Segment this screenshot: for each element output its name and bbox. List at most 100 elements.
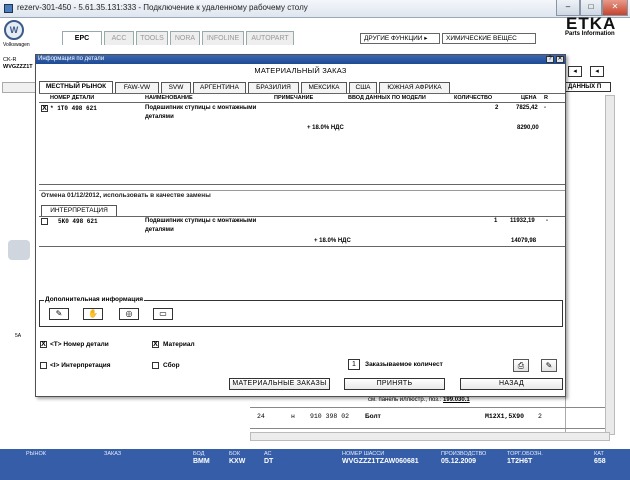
row-mark: н xyxy=(291,413,295,420)
tab-mexico[interactable]: МЕКСИКА xyxy=(301,82,347,93)
row-name: Болт xyxy=(365,413,381,420)
tab-argentina[interactable]: АРГЕНТИНА xyxy=(193,82,246,93)
row-spec: M12X1,5X90 xyxy=(485,413,525,420)
nav-prev-button[interactable]: ◂ xyxy=(568,66,582,77)
interp-vat-label: + 18.0% НДС xyxy=(314,238,351,244)
interp-vat-price: 14079,98 xyxy=(511,238,537,244)
tab-acc[interactable]: ACC xyxy=(104,31,134,45)
car-thumbnail-icon xyxy=(8,240,30,260)
status-market-label: РЫНОК xyxy=(26,451,46,457)
additional-info-box xyxy=(39,300,563,327)
tab-svw[interactable]: SVW xyxy=(161,82,191,93)
status-as-value: DT xyxy=(264,458,274,465)
print-icon[interactable]: ⎙ xyxy=(513,359,529,372)
interp-name-cont: деталями xyxy=(145,227,174,233)
status-cat-value: 658 xyxy=(594,458,606,465)
interp-price: 11932,19 xyxy=(510,218,535,224)
row-pos: 24 xyxy=(257,413,265,420)
col-r[interactable]: R xyxy=(544,94,548,103)
chemicals-select[interactable]: ХИМИЧЕСКИЕ ВЕЩЕС xyxy=(442,33,536,44)
note-icon[interactable]: ▭ xyxy=(153,308,173,320)
hand-icon[interactable]: ✋ xyxy=(83,308,103,320)
order-grid-header: НОМЕР ДЕТАЛИ НАИМЕНОВАНИЕ ПРИМЕЧАНИЕ ВВО… xyxy=(39,94,565,103)
tab-infoline[interactable]: INFOLINE xyxy=(202,31,244,45)
row-qty: 2 xyxy=(538,413,542,420)
left-search-box[interactable] xyxy=(2,82,36,93)
collect-checkbox[interactable] xyxy=(152,362,159,369)
rdp-window-title: rezerv-301-450 - 5.61.35.131:333 - Подкл… xyxy=(17,3,308,12)
bottom-scrollbar[interactable] xyxy=(250,432,610,441)
etka-logo-sub: Parts Information xyxy=(565,31,615,37)
table-row[interactable]: X * 1T0 498 621 Подвшипник ступицы с мон… xyxy=(39,104,565,135)
part-no-checkbox[interactable]: X xyxy=(40,341,47,348)
row-checkbox[interactable]: X xyxy=(41,105,48,112)
table-row[interactable]: 5K0 498 621 Подвшипник ступицы с монтажн… xyxy=(39,217,565,247)
tab-tools[interactable]: TOOLS xyxy=(136,31,168,45)
rdp-app-icon xyxy=(4,4,13,13)
nav-back-button[interactable]: ◂ xyxy=(590,66,604,77)
order-qty-input[interactable]: 1 xyxy=(348,359,360,370)
status-bod-value: BMM xyxy=(193,458,210,465)
interp-r: - xyxy=(546,218,548,224)
row-name: Подвшипник ступицы с монтажными xyxy=(145,105,257,111)
col-part-no[interactable]: НОМЕР ДЕТАЛИ xyxy=(50,94,94,103)
material-orders-button[interactable]: МАТЕРИАЛЬНЫЕ ЗАКАЗЫ xyxy=(229,378,330,390)
status-order-label: ЗАКАЗ xyxy=(104,451,122,457)
right-data-button[interactable]: ДАННЫХ П xyxy=(565,82,611,92)
tab-epc[interactable]: EPC xyxy=(62,31,102,45)
status-prod-label: ПРОИЗВОДСТВО xyxy=(441,451,487,457)
disc-icon[interactable]: ◎ xyxy=(119,308,139,320)
order-qty-label: Заказываемое количест xyxy=(365,361,443,368)
additional-info-label: Дополнительная информация xyxy=(44,296,145,303)
status-cat-label: КАТ xyxy=(594,451,604,457)
col-model-input[interactable]: ВВОД ДАННЫХ ПО МОДЕЛИ xyxy=(348,94,426,103)
tab-local-market[interactable]: МЕСТНЫЙ РЫНОК xyxy=(39,81,113,93)
col-price[interactable]: ЦЕНА xyxy=(521,94,537,103)
col-note[interactable]: ПРИМЕЧАНИЕ xyxy=(274,94,313,103)
dialog-title: Информация по детали xyxy=(38,56,105,62)
col-qty[interactable]: КОЛИЧЕСТВО xyxy=(454,94,492,103)
vw-logo-icon: W xyxy=(4,20,24,40)
part-no-option-label: <T> Номер детали xyxy=(50,341,109,348)
material-checkbox[interactable]: X xyxy=(152,341,159,348)
interpretation-option-label: <I> Интерпретация xyxy=(50,362,111,369)
left-illustration xyxy=(10,300,36,390)
tab-interpretation[interactable]: ИНТЕРПРЕТАЦИЯ xyxy=(41,205,117,216)
help-button[interactable]: ? xyxy=(546,56,554,63)
pencil-icon[interactable]: ✎ xyxy=(49,308,69,320)
row-vat-price: 8290,00 xyxy=(517,125,539,131)
tab-nora[interactable]: NORA xyxy=(170,31,200,45)
dialog-close-button[interactable]: ✕ xyxy=(556,56,564,63)
interp-part-no: 5K0 498 621 xyxy=(58,218,98,225)
row-vat-label: + 18.0% НДС xyxy=(307,125,344,131)
illustration-note-text: см. панель иллюстр., поз.: xyxy=(368,397,442,403)
tab-autopart[interactable]: AUTOPART xyxy=(246,31,294,45)
interp-row-checkbox[interactable] xyxy=(41,218,48,225)
interp-name: Подвшипник ступицы с монтажными xyxy=(145,218,257,224)
tab-usa[interactable]: США xyxy=(349,82,377,93)
row-r: - xyxy=(544,105,546,111)
status-bok-value: KXW xyxy=(229,458,246,465)
rdp-title-bar: rezerv-301-450 - 5.61.35.131:333 - Подкл… xyxy=(0,0,630,18)
tab-faw-vw[interactable]: FAW-VW xyxy=(115,82,159,93)
status-vin-label: НОМЕР ШАССИ xyxy=(342,451,385,457)
other-functions-menu[interactable]: ДРУГИЕ ФУНКЦИИ ▸ xyxy=(360,33,440,44)
back-button[interactable]: НАЗАД xyxy=(460,378,563,390)
status-trade-value: 1T2H6T xyxy=(507,458,533,465)
right-panel: ◂ ◂ ДАННЫХ П xyxy=(565,63,611,433)
row-name-cont: деталями xyxy=(145,114,174,120)
dialog-title-bar: Информация по детали xyxy=(36,55,565,64)
left-tag-1: CK-R xyxy=(3,57,17,63)
illustration-ref-link[interactable]: 199.030.1 xyxy=(443,397,470,403)
tab-south-africa[interactable]: ЮЖНАЯ АФРИКА xyxy=(379,82,450,93)
status-trade-label: ТОРГ.ОБОЗН. xyxy=(507,451,543,457)
edit-icon[interactable]: ✎ xyxy=(541,359,557,372)
right-scrollbar[interactable] xyxy=(605,95,615,435)
illustration-note: см. панель иллюстр., поз.: 199.030.1 xyxy=(368,397,470,403)
col-name[interactable]: НАИМЕНОВАНИЕ xyxy=(145,94,193,103)
status-prod-value: 05.12.2009 xyxy=(441,458,477,465)
bg-table xyxy=(250,407,605,429)
interpretation-checkbox[interactable] xyxy=(40,362,47,369)
accept-button[interactable]: ПРИНЯТЬ xyxy=(344,378,445,390)
tab-brazil[interactable]: БРАЗИЛИЯ xyxy=(248,82,299,93)
